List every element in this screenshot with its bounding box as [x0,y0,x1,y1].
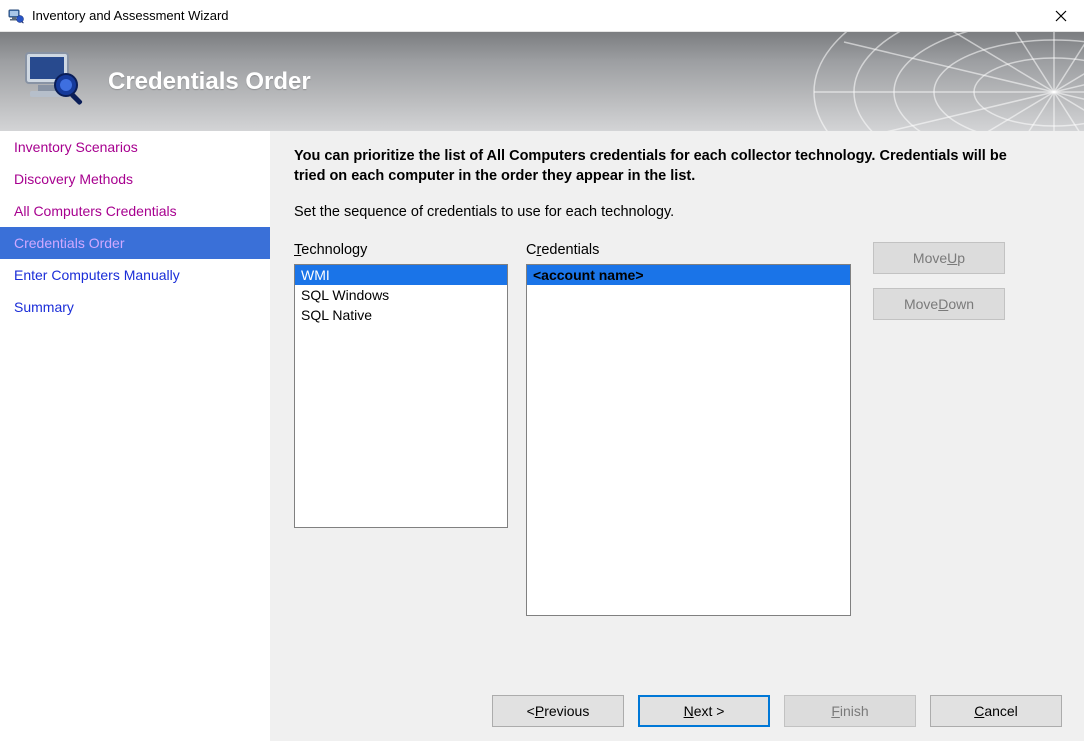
close-button[interactable] [1038,0,1084,32]
page-description: You can prioritize the list of All Compu… [294,147,1034,186]
step-inventory-scenarios[interactable]: Inventory Scenarios [0,131,270,163]
order-buttons: Move Up Move Down [873,242,1005,320]
step-discovery-methods[interactable]: Discovery Methods [0,163,270,195]
credentials-listbox[interactable]: <account name> [526,264,851,616]
technology-item[interactable]: SQL Native [295,305,507,325]
window-title: Inventory and Assessment Wizard [32,8,1038,23]
move-down-button: Move Down [873,288,1005,320]
step-enter-computers-manually[interactable]: Enter Computers Manually [0,259,270,291]
banner-icon [20,45,88,118]
banner-heading: Credentials Order [108,68,311,96]
finish-button: Finish [784,695,916,727]
wizard-button-row: < Previous Next > Finish Cancel [492,695,1062,727]
step-all-computers-credentials[interactable]: All Computers Credentials [0,195,270,227]
cancel-button[interactable]: Cancel [930,695,1062,727]
technology-group: Technology WMI SQL Windows SQL Native [294,242,508,528]
page-instruction: Set the sequence of credentials to use f… [294,204,1060,220]
step-credentials-order[interactable]: Credentials Order [0,227,270,259]
wizard-step-list: Inventory Scenarios Discovery Methods Al… [0,131,270,741]
credentials-group: Credentials <account name> [526,242,851,616]
technology-item[interactable]: SQL Windows [295,285,507,305]
wizard-banner: Credentials Order [0,32,1084,131]
technology-item[interactable]: WMI [295,265,507,285]
technology-listbox[interactable]: WMI SQL Windows SQL Native [294,264,508,528]
move-up-button: Move Up [873,242,1005,274]
technology-label: Technology [294,242,508,258]
credentials-item[interactable]: <account name> [527,265,850,285]
content-pane: You can prioritize the list of All Compu… [270,131,1084,741]
step-summary[interactable]: Summary [0,291,270,323]
banner-decoration [584,32,1084,131]
credentials-label: Credentials [526,242,851,258]
previous-button[interactable]: < Previous [492,695,624,727]
titlebar: Inventory and Assessment Wizard [0,0,1084,32]
app-icon [8,8,24,24]
next-button[interactable]: Next > [638,695,770,727]
